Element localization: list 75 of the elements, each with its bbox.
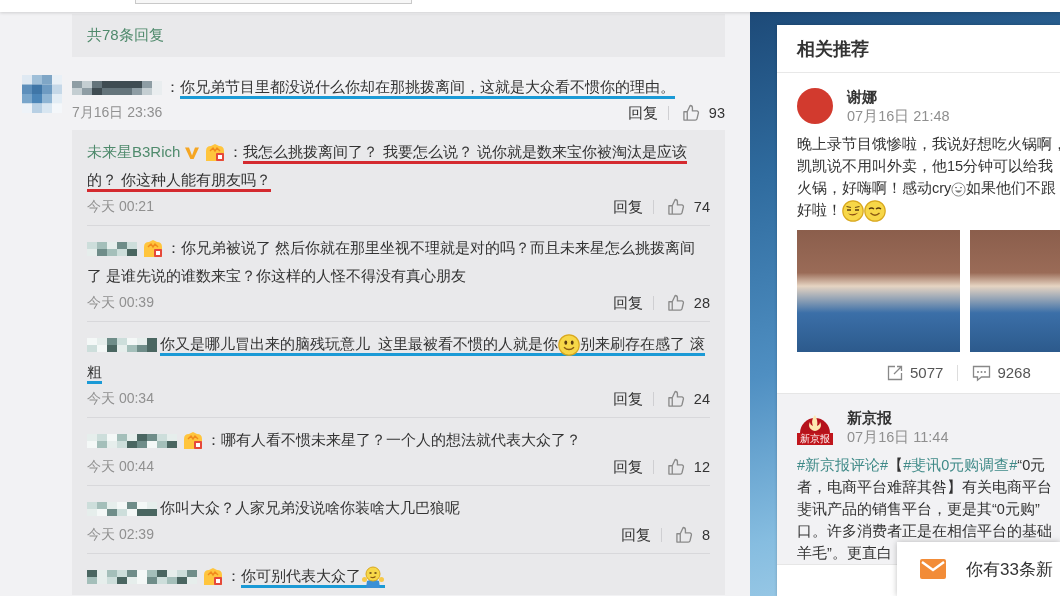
envelope-icon: [920, 559, 946, 579]
timestamp: 今天 00:44: [87, 458, 154, 476]
comment-text: 哪有人看不惯未来星了？一个人的想法就代表大众了？: [221, 431, 581, 448]
colon-text: ：: [228, 143, 244, 160]
smirking-emoji-icon: [842, 200, 864, 223]
thumbs-up-icon[interactable]: [665, 389, 686, 409]
photo-placeholder[interactable]: [970, 230, 1060, 353]
author-name[interactable]: 谢娜: [847, 88, 950, 106]
like-count: 24: [693, 391, 710, 407]
reply-button[interactable]: 回复: [612, 389, 643, 409]
reply-button[interactable]: 回复: [620, 525, 651, 545]
reply-button[interactable]: 回复: [627, 103, 658, 123]
reply-button[interactable]: 回复: [612, 197, 643, 217]
comment-text: 别来刷存在感了 滚: [580, 335, 705, 352]
comment-text: 的？ 你这种人能有朋友吗？: [87, 171, 272, 188]
thumbs-up-icon[interactable]: [665, 457, 686, 477]
comment-text: 你又是哪儿冒出来的脑残玩意儿 这里最被看不惯的人就是你: [160, 335, 559, 352]
author-name[interactable]: 新京报: [847, 409, 949, 428]
post-time: 07月16日 21:48: [847, 107, 950, 126]
like-count: 93: [708, 105, 725, 121]
hashtag-link[interactable]: #新京报评论#: [797, 457, 889, 474]
timestamp: 今天 02:39: [87, 526, 154, 544]
colon-text: ：: [206, 431, 221, 448]
stat-count: 9268: [997, 364, 1031, 382]
comment-text: 了 是谁先说的谁数来宝？你这样的人怪不得没有真心朋友: [87, 267, 467, 284]
hashtag-link[interactable]: #斐讯0元购调查#: [903, 457, 1018, 474]
post-text: 【: [888, 457, 904, 474]
share-icon[interactable]: [886, 363, 904, 382]
post-text: 好啦！: [797, 202, 842, 218]
post-time: 07月16日 11:44: [847, 428, 949, 448]
input-field[interactable]: [135, 0, 412, 4]
avatar-placeholder[interactable]: [797, 88, 833, 124]
timestamp: 今天 00:39: [87, 294, 154, 312]
like-count: 8: [701, 527, 710, 543]
timestamp: 7月16日 23:36: [72, 104, 163, 122]
post-text: 斐讯产品的销售平台，更是其“0元购”: [797, 501, 1040, 518]
logo-text: 新京报: [797, 433, 833, 446]
post-text: 者，电商平台难辞其咎】有关电商平台: [797, 479, 1052, 496]
thumbs-up-icon[interactable]: [665, 293, 686, 313]
post-text: 如果他们不跟: [966, 180, 1057, 196]
post-text: 凯凯说不用叫外卖，他15分钟可以给我: [797, 158, 1054, 174]
stat-count: 5077: [910, 364, 944, 382]
notification-popup[interactable]: 你有33条新: [897, 542, 1060, 596]
colon-text: ：: [166, 239, 181, 256]
comment-text: 你可别代表大众了: [241, 567, 361, 584]
post-text: 火锅，好嗨啊！感动cry: [797, 180, 952, 196]
colon-text: ：: [165, 78, 180, 95]
comment-text: 你兄弟节目里都没说什么你却在那挑拨离间，这就是大众看不惯你的理由。: [180, 78, 675, 95]
like-count: 12: [693, 459, 710, 475]
grinning-emoji-icon: [864, 200, 886, 223]
notification-text: 你有33条新: [966, 558, 1053, 581]
comment-icon[interactable]: [972, 363, 992, 382]
post-text: 晚上录节目饿惨啦，我说好想吃火锅啊，: [797, 136, 1060, 152]
comment-text: 你叫大众？人家兄弟没说啥你装啥大几巴狼呢: [160, 499, 460, 516]
like-count: 28: [693, 295, 710, 311]
thumbs-up-icon[interactable]: [680, 103, 701, 123]
comment-text: 你兄弟被说了 然后你就在那里坐视不理就是对的吗？而且未来星怎么挑拨离间: [181, 239, 696, 256]
comment-text: 粗: [87, 363, 102, 380]
shrug-emoji-icon: [361, 566, 385, 589]
laughing-emoji-icon: [951, 181, 967, 197]
photo-placeholder[interactable]: [797, 230, 960, 353]
reply-button[interactable]: 回复: [612, 457, 643, 477]
card-title: 相关推荐: [777, 25, 1060, 73]
thumbs-up-icon[interactable]: [673, 525, 694, 545]
post-text: 羊毛”。更直白: [797, 545, 892, 562]
post-text: “0元: [1017, 457, 1046, 474]
timestamp: 今天 00:21: [87, 198, 154, 216]
colon-text: ：: [226, 567, 241, 584]
comment-text: 我怎么挑拨离间了？ 我要怎么说？ 说你就是数来宝你被淘汰是应该: [243, 143, 687, 160]
thumbs-up-icon[interactable]: [665, 197, 686, 217]
post-text: 口。许多消费者正是在相信平台的基础: [797, 523, 1052, 540]
like-count: 74: [693, 199, 710, 215]
timestamp: 今天 00:34: [87, 390, 154, 408]
reply-button[interactable]: 回复: [612, 293, 643, 313]
smiley-emoji-icon: [558, 334, 581, 357]
